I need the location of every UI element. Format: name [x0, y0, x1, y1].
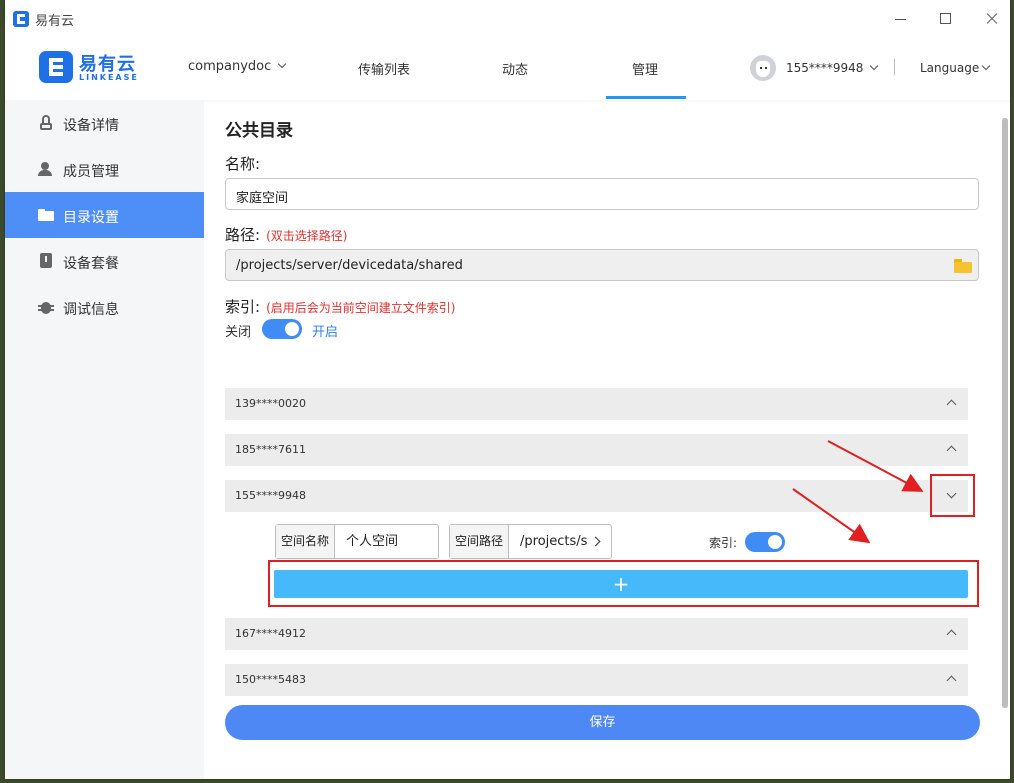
annotation-arrow-1 — [827, 440, 924, 492]
annotation-arrows — [792, 440, 924, 544]
annotation-arrow-2 — [792, 488, 871, 544]
app-window: 易有云 易有云 LINKEASE companydoc 传输列表 动态 管理 1… — [5, 0, 1010, 779]
